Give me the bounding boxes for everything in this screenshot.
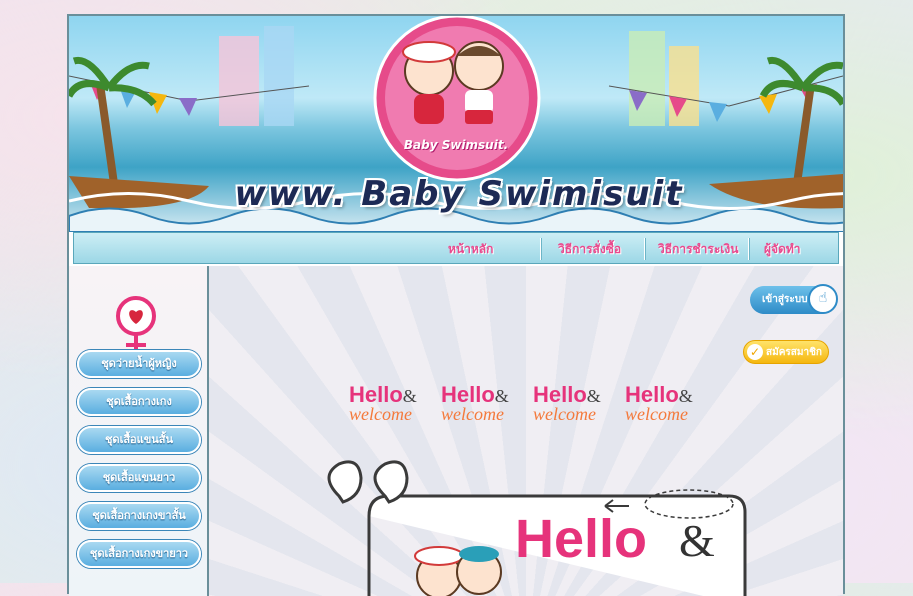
check-icon: ✓ bbox=[747, 344, 763, 360]
welcome-text: welcome bbox=[533, 404, 596, 424]
hello-welcome-badge: Hello& welcome bbox=[441, 382, 521, 425]
hello-welcome-badge: Hello& welcome bbox=[625, 382, 705, 425]
main-content: เข้าสู่ระบบ ☝ ✓ สมัครสมาชิก Hello& welco… bbox=[209, 266, 843, 596]
pointing-hand-icon: ☝ bbox=[808, 284, 838, 314]
ampersand-text: & bbox=[678, 386, 693, 406]
female-symbol-icon bbox=[116, 296, 156, 354]
welcome-text: welcome bbox=[441, 404, 504, 424]
nav-divider bbox=[748, 238, 749, 260]
big-ampersand-text: & bbox=[679, 515, 715, 566]
sidebar-item-shirt-pants[interactable]: ชุดเสื้อกางเกง bbox=[77, 388, 201, 416]
header-banner: Baby Swimsuit. www. Baby Swimisuit bbox=[69, 16, 843, 232]
banner-logo-text: Baby Swimsuit. bbox=[403, 138, 509, 152]
sidebar-item-short-sleeve[interactable]: ชุดเสื้อแขนสั้น bbox=[77, 426, 201, 454]
nav-creators[interactable]: ผู้จัดทำ bbox=[764, 239, 801, 259]
hello-welcome-badge: Hello& welcome bbox=[349, 382, 429, 425]
nav-how-to-order[interactable]: วิธีการสั่งซื้อ bbox=[558, 239, 621, 259]
sidebar-item-long-sleeve[interactable]: ชุดเสื้อแขนยาว bbox=[77, 464, 201, 492]
ampersand-text: & bbox=[586, 386, 601, 406]
sidebar: ชุดว่ายน้ำผู้หญิง ชุดเสื้อกางเกง ชุดเสื้… bbox=[69, 266, 209, 596]
hello-welcome-badge: Hello& welcome bbox=[533, 382, 613, 425]
big-hello-text: Hello bbox=[515, 509, 648, 569]
page-frame: Baby Swimsuit. www. Baby Swimisuit หน้าห… bbox=[67, 14, 845, 596]
nav-home[interactable]: หน้าหลัก bbox=[448, 239, 493, 259]
nav-divider bbox=[540, 238, 541, 260]
login-label: เข้าสู่ระบบ bbox=[762, 294, 808, 305]
register-button[interactable]: ✓ สมัครสมาชิก bbox=[743, 340, 829, 364]
ampersand-text: & bbox=[402, 386, 417, 406]
register-label: สมัครสมาชิก bbox=[766, 347, 822, 358]
sidebar-item-shorts-set[interactable]: ชุดเสื้อกางเกงขาสั้น bbox=[77, 502, 201, 530]
ampersand-text: & bbox=[494, 386, 509, 406]
top-nav: หน้าหลัก วิธีการสั่งซื้อ วิธีการชำระเงิน… bbox=[73, 232, 839, 264]
sidebar-item-long-pants-set[interactable]: ชุดเสื้อกางเกงขายาว bbox=[77, 540, 201, 568]
nav-payment[interactable]: วิธีการชำระเงิน bbox=[658, 239, 738, 259]
sidebar-item-women-swimsuit[interactable]: ชุดว่ายน้ำผู้หญิง bbox=[77, 350, 201, 378]
nav-divider bbox=[644, 238, 645, 260]
welcome-text: welcome bbox=[349, 404, 412, 424]
site-title: www. Baby Swimisuit bbox=[234, 174, 684, 214]
welcome-text: welcome bbox=[625, 404, 688, 424]
login-button[interactable]: เข้าสู่ระบบ ☝ bbox=[750, 284, 838, 314]
